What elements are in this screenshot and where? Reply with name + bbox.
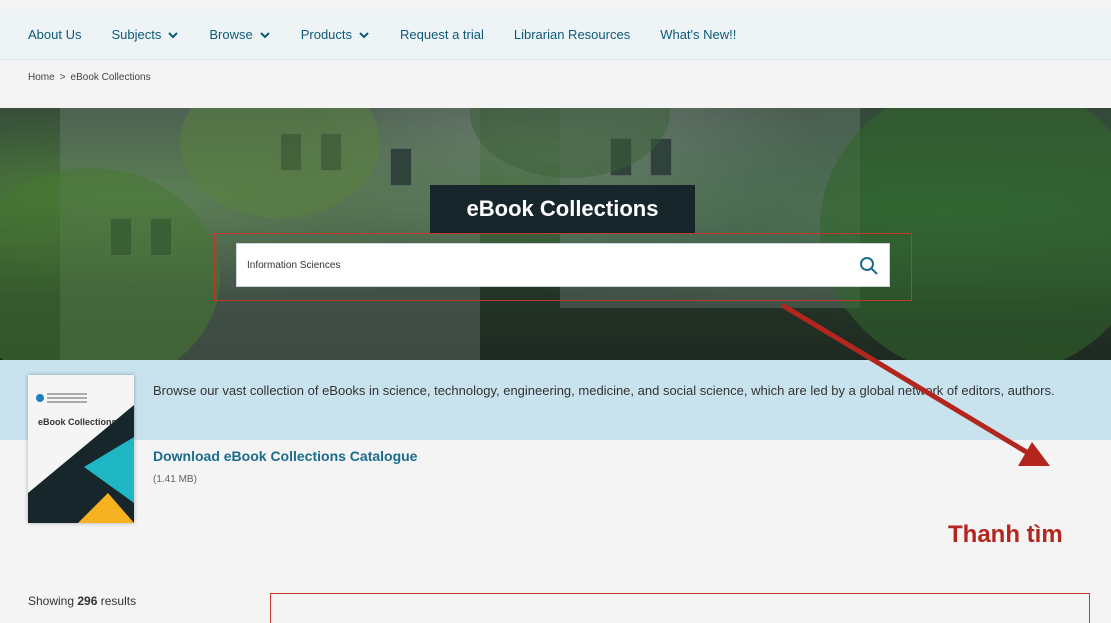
download-catalogue-link[interactable]: Download eBook Collections Catalogue (153, 448, 417, 464)
nav-librarian-resources-label: Librarian Resources (513, 27, 631, 42)
hero-background-window (390, 148, 412, 186)
top-nav: About Us Subjects Browse Products Reques… (0, 10, 1111, 60)
nav-browse[interactable]: Browse (209, 27, 270, 42)
nav-librarian-resources[interactable]: Librarian Resources (514, 27, 630, 42)
nav-about-us-label: About Us (28, 27, 82, 42)
chevron-down-icon (260, 31, 270, 38)
breadcrumb-home[interactable]: Home (28, 72, 55, 83)
search-bar (236, 243, 890, 287)
nav-subjects[interactable]: Subjects (111, 27, 179, 42)
search-icon[interactable] (859, 256, 879, 276)
nav-products[interactable]: Products (301, 27, 370, 42)
page-title: eBook Collections (430, 185, 695, 233)
file-size: (1.41 MB) (153, 474, 197, 485)
breadcrumb-separator: > (59, 72, 66, 83)
results-highlight-box (270, 593, 1090, 623)
results-number: 296 (77, 594, 98, 608)
nav-request-trial[interactable]: Request a trial (400, 27, 484, 42)
breadcrumb-current: eBook Collections (70, 72, 151, 83)
cover-graphic (28, 405, 134, 523)
nav-products-label: Products (300, 27, 353, 42)
hero-banner: eBook Collections (0, 108, 1111, 360)
chevron-down-icon (168, 31, 179, 38)
results-prefix: Showing (28, 594, 75, 608)
results-count: Showing 296 results (28, 594, 136, 608)
nav-subjects-label: Subjects (111, 27, 162, 42)
nav-whats-new[interactable]: What's New!! (660, 27, 736, 42)
breadcrumb: Home > eBook Collections (28, 72, 151, 83)
nav-whats-new-label: What's New!! (660, 27, 737, 42)
search-input[interactable] (247, 259, 837, 271)
catalogue-cover-image: eBook Collections (28, 375, 134, 523)
annotation-label: Thanh tìm (948, 521, 1063, 548)
results-suffix: results (100, 594, 137, 608)
collection-description: Browse our vast collection of eBooks in … (153, 383, 1055, 398)
nav-about-us[interactable]: About Us (28, 27, 81, 42)
nav-request-trial-label: Request a trial (400, 27, 484, 42)
chevron-down-icon (359, 31, 369, 38)
nav-browse-label: Browse (209, 27, 253, 42)
